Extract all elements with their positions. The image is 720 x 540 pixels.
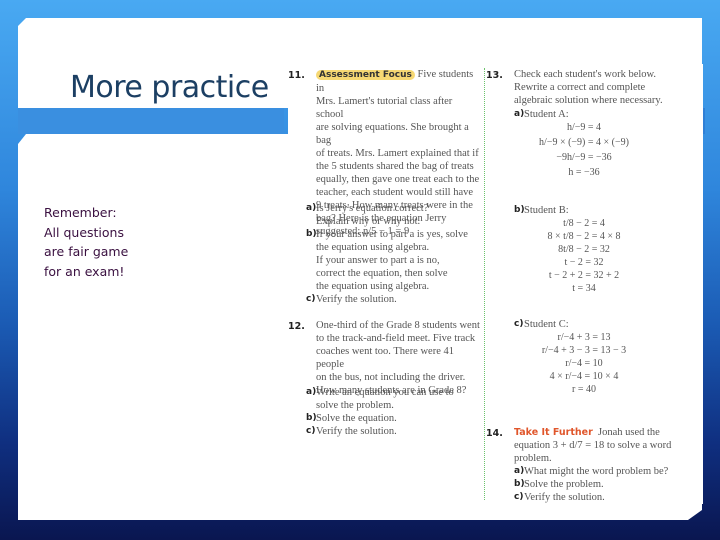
- question-number: 12.: [288, 321, 305, 332]
- part-text: Verify the solution.: [524, 492, 605, 503]
- question-number: 13.: [486, 70, 503, 81]
- question-text: of treats. Mrs. Lamert explained that if: [316, 148, 479, 159]
- question-parts: a) Is Jerry's equation correct? Explain wh…: [306, 202, 480, 306]
- question-number: 14.: [486, 428, 503, 439]
- part-label: a): [306, 203, 317, 213]
- question-body: Take It Further Jonah used the equation …: [514, 426, 696, 504]
- question-text: algebraic solution where necessary.: [514, 95, 663, 106]
- part-c: c) Verify the solution.: [306, 425, 480, 438]
- equation-step: t/8 − 2 = 4: [563, 218, 605, 229]
- part-text: Verify the solution.: [316, 426, 397, 437]
- question-text: the 5 students shared the bag of treats: [316, 161, 474, 172]
- reminder-line: for an exam!: [44, 263, 125, 279]
- question-text: Jonah used the: [598, 427, 660, 438]
- part-label: c): [306, 426, 316, 436]
- part-text: Verify the solution.: [316, 294, 397, 305]
- part-label: b): [514, 205, 525, 215]
- question-text: equation 3 + d/7 = 18 to solve a word: [514, 440, 672, 451]
- accent-band: [18, 108, 284, 134]
- reminder-line: Remember:: [44, 205, 117, 220]
- equation-step: −9h/−9 = −36: [556, 152, 612, 163]
- assessment-focus-tag: Assessment Focus: [316, 70, 415, 80]
- part-b: b) If your answer to part a is yes, solve…: [306, 228, 480, 293]
- student-b: b) Student B: t/8 − 2 = 4 8 × t/8 − 2 = 4…: [514, 204, 696, 295]
- equation-step: h/−9 × (−9) = 4 × (−9): [539, 137, 629, 148]
- slide-title: More practice: [70, 70, 269, 105]
- part-label: a): [514, 466, 525, 476]
- question-text: Mrs. Lamert's tutorial class after schoo…: [316, 96, 453, 120]
- question-text: problem.: [514, 453, 552, 464]
- student-name: Student C:: [524, 319, 569, 330]
- part-label: c): [514, 319, 524, 329]
- student-name: Student B:: [524, 205, 569, 216]
- column-divider: [484, 68, 485, 500]
- part-label: b): [306, 229, 317, 239]
- reminder-note: Remember: All questions are fair game fo…: [44, 203, 128, 281]
- part-text: If your answer to part a is yes, solve th…: [316, 229, 468, 292]
- question-body: Check each student's work below. Rewrite…: [514, 68, 696, 107]
- question-text: to the track-and-field meet. Five track: [316, 333, 476, 344]
- question-text: Rewrite a correct and complete: [514, 82, 646, 93]
- equation-step: t = 34: [572, 283, 596, 294]
- question-text: teacher, each student would still have: [316, 187, 474, 198]
- equation-step: t − 2 + 2 = 32 + 2: [548, 270, 620, 281]
- equation-step: 8 × t/8 − 2 = 4 × 8: [547, 231, 621, 242]
- question-text: on the bus, not including the driver.: [316, 372, 466, 383]
- take-it-further-tag: Take It Further: [514, 427, 593, 438]
- part-c: c) Verify the solution.: [514, 491, 696, 504]
- part-b: b) Solve the problem.: [514, 478, 696, 491]
- reminder-line: are fair game: [44, 244, 129, 259]
- question-parts: a) Write an equation you can use to solve …: [306, 386, 480, 438]
- textbook-excerpt: 11. Assessment Focus Five students in Mr…: [288, 64, 703, 504]
- solution-steps: t/8 − 2 = 4 8 × t/8 − 2 = 4 × 8 8t/8 − 2…: [524, 217, 644, 295]
- equation-step: r/−4 + 3 = 13: [557, 332, 611, 343]
- question-text: coaches went too. There were 41 people: [316, 346, 454, 370]
- reminder-line: All questions: [44, 224, 124, 240]
- equation-step: r = 40: [572, 384, 596, 395]
- student-c: c) Student C: r/−4 + 3 = 13 r/−4 + 3 − 3 …: [514, 318, 696, 396]
- part-label: c): [306, 294, 316, 304]
- solution-steps: r/−4 + 3 = 13 r/−4 + 3 − 3 = 13 − 3 r/−4…: [524, 331, 644, 396]
- part-label: a): [514, 109, 525, 119]
- part-text: Solve the problem.: [524, 479, 604, 490]
- question-text: equally, then gave one treat each to the: [316, 174, 480, 185]
- part-text: What might the word problem be?: [524, 466, 669, 477]
- question-text: One-third of the Grade 8 students went: [316, 320, 480, 331]
- question-text: are solving equations. She brought a bag: [316, 122, 469, 146]
- part-a: a) Is Jerry's equation correct? Explain wh…: [306, 202, 480, 228]
- equation-step: 8t/8 − 2 = 32: [558, 244, 610, 255]
- solution-steps: h/−9 = 4 h/−9 × (−9) = 4 × (−9) −9h/−9 =…: [524, 121, 644, 179]
- part-label: b): [306, 413, 317, 423]
- part-label: c): [514, 492, 524, 502]
- part-text: Write an equation you can use to solve th…: [316, 387, 454, 411]
- part-text: Is Jerry's equation correct? Explain why …: [316, 203, 429, 227]
- equation-step: r/−4 = 10: [565, 358, 603, 369]
- part-label: b): [514, 479, 525, 489]
- equation-step: r/−4 + 3 − 3 = 13 − 3: [541, 345, 627, 356]
- question-number: 11.: [288, 70, 305, 81]
- student-a: a) Student A: h/−9 = 4 h/−9 × (−9) = 4 × …: [514, 108, 696, 179]
- part-a: a) Write an equation you can use to solve …: [306, 386, 480, 412]
- equation-step: h/−9 = 4: [566, 122, 602, 133]
- student-name: Student A:: [524, 109, 569, 120]
- part-b: b) Solve the equation.: [306, 412, 480, 425]
- part-label: a): [306, 387, 317, 397]
- equation-step: t − 2 = 32: [564, 257, 604, 268]
- question-text: Check each student's work below.: [514, 69, 657, 80]
- equation-step: 4 × r/−4 = 10 × 4: [549, 371, 619, 382]
- part-a: a) What might the word problem be?: [514, 465, 696, 478]
- equation-step: h = −36: [568, 167, 600, 178]
- part-text: Solve the equation.: [316, 413, 397, 424]
- part-c: c) Verify the solution.: [306, 293, 480, 306]
